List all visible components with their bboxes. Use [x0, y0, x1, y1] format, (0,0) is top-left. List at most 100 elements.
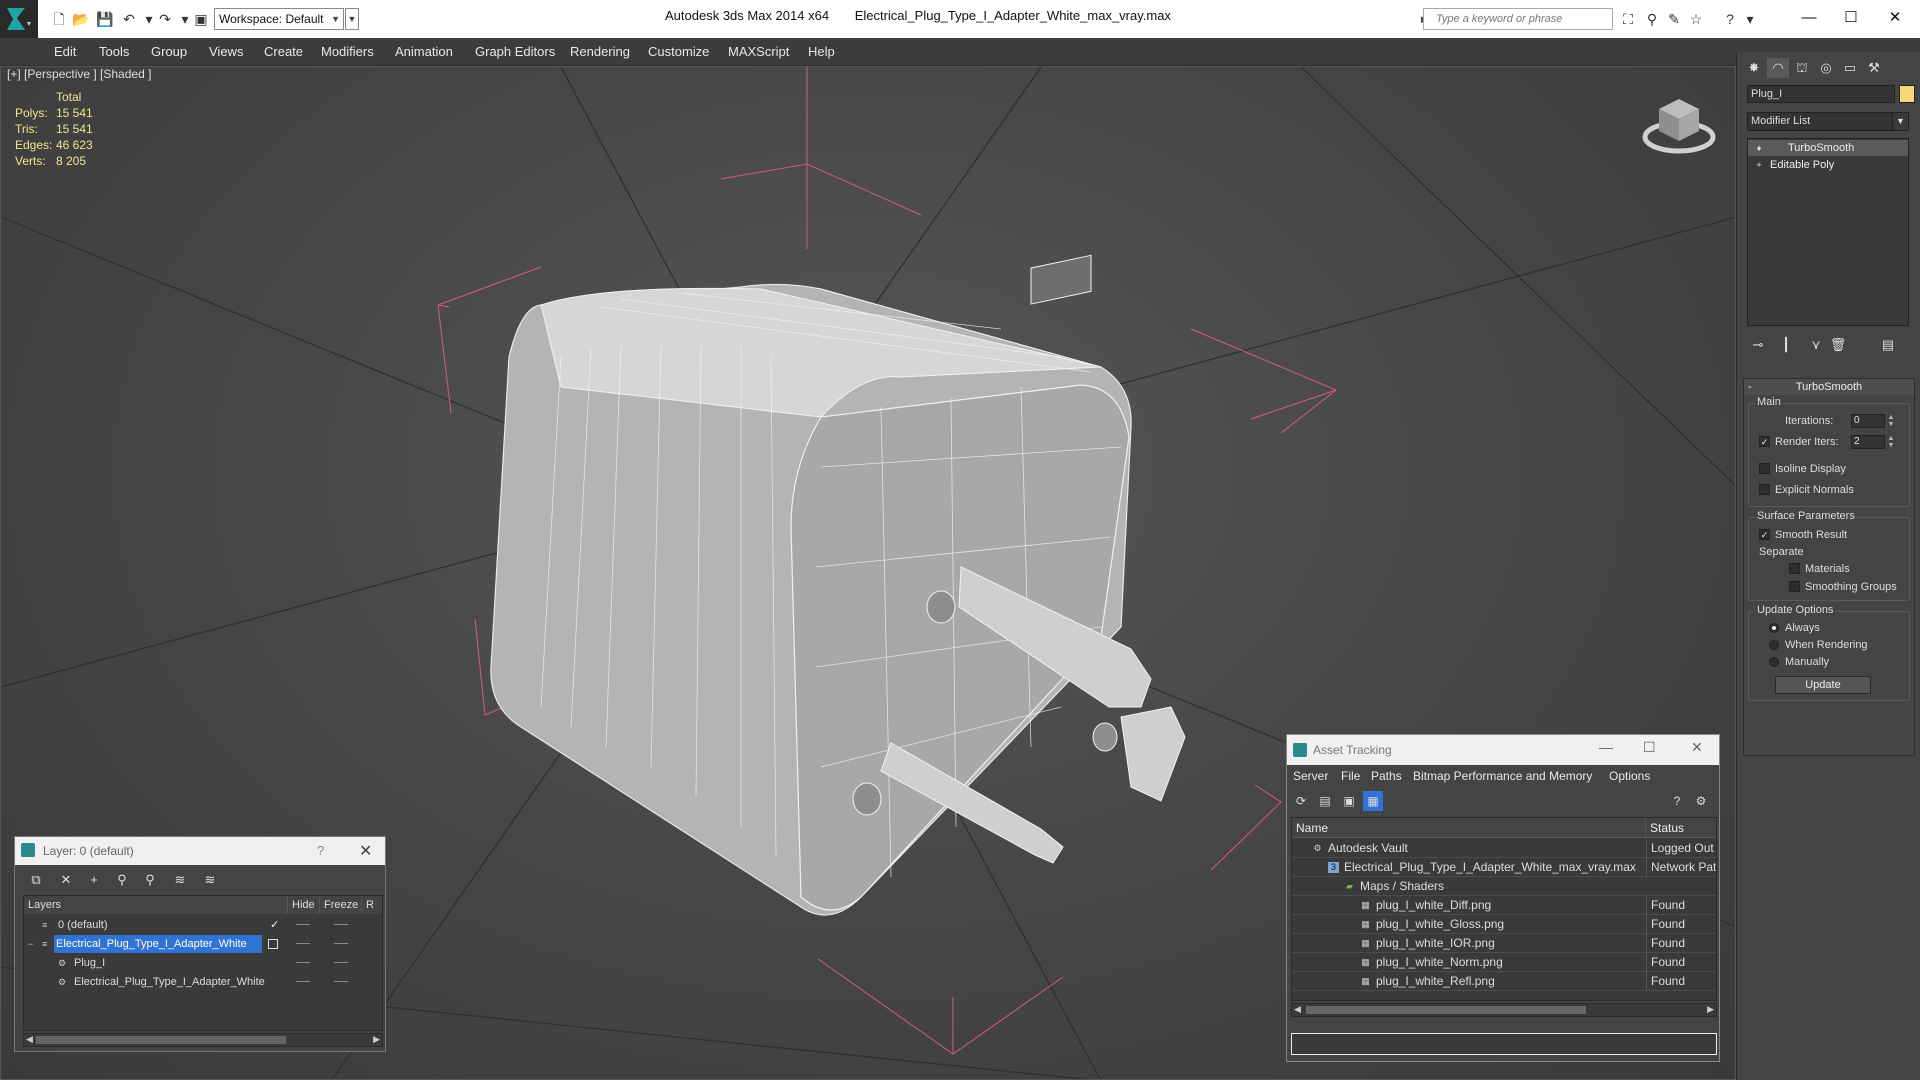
menu-bitmap-performance[interactable]: Bitmap Performance and Memory	[1413, 769, 1592, 783]
subscription-icon[interactable]: ⚲	[1642, 10, 1662, 28]
freeze-toggle[interactable]	[334, 981, 348, 982]
viewcube-icon[interactable]	[1641, 87, 1717, 157]
asset-row[interactable]: ▦ plug_I_white_Diff.png Found	[1292, 896, 1716, 915]
menu-maxscript[interactable]: MAXScript	[728, 44, 789, 59]
project-folder-icon[interactable]: ▣	[192, 10, 210, 28]
column-header-freeze[interactable]: Freeze	[320, 896, 362, 914]
freeze-toggle[interactable]	[334, 924, 348, 925]
asset-row[interactable]: ▰ Maps / Shaders	[1292, 877, 1716, 896]
smoothing-groups-checkbox[interactable]	[1789, 581, 1800, 592]
hide-toggle[interactable]	[296, 924, 310, 925]
scroll-right-icon[interactable]: ▶	[373, 1034, 380, 1045]
column-header-hide[interactable]: Hide	[288, 896, 320, 914]
stack-item-turbosmooth[interactable]: ♦ TurboSmooth	[1748, 140, 1908, 156]
list-view-icon[interactable]: ▤	[1315, 791, 1335, 811]
app-logo-icon[interactable]	[0, 0, 38, 38]
menu-rendering[interactable]: Rendering	[570, 44, 630, 59]
isoline-display-checkbox[interactable]	[1759, 463, 1770, 474]
hierarchy-tab-icon[interactable]: ⛫	[1791, 58, 1813, 78]
utilities-tab-icon[interactable]: ⚒	[1863, 58, 1885, 78]
quick-access-dropdown[interactable]: ▼	[345, 8, 359, 30]
menu-animation[interactable]: Animation	[395, 44, 453, 59]
table-view-icon[interactable]: ▦	[1363, 791, 1383, 811]
iterations-spinner[interactable]: 0	[1851, 414, 1885, 428]
layer-row[interactable]: ⚙ Electrical_Plug_Type_I_Adapter_White	[24, 973, 382, 991]
refresh-icon[interactable]: ⟳	[1291, 791, 1311, 811]
manually-radio[interactable]	[1769, 657, 1779, 667]
new-file-icon[interactable]: 🗋	[50, 10, 68, 28]
object-color-swatch[interactable]	[1899, 85, 1915, 103]
layer-dialog-titlebar[interactable]: Layer: 0 (default) ? ✕	[15, 837, 385, 865]
menu-views[interactable]: Views	[209, 44, 243, 59]
make-unique-icon[interactable]: ⋎	[1805, 334, 1827, 356]
minimize-button[interactable]: —	[1599, 739, 1613, 755]
current-layer-check-icon[interactable]: ✓	[270, 916, 279, 934]
highlight-layer-icon[interactable]: ⚲	[139, 869, 161, 891]
scroll-left-icon[interactable]: ◀	[26, 1034, 33, 1045]
delete-layer-icon[interactable]: ✕	[55, 869, 77, 891]
plug-model[interactable]	[490, 254, 1186, 916]
hide-toggle[interactable]	[296, 981, 310, 982]
select-objects-icon[interactable]: ⚲	[111, 869, 133, 891]
modifier-list-dropdown[interactable]: Modifier List ▼	[1747, 112, 1909, 131]
show-end-result-icon[interactable]: ┃	[1775, 334, 1797, 356]
column-header-status[interactable]: Status	[1646, 818, 1716, 838]
menu-customize[interactable]: Customize	[648, 44, 709, 59]
help-icon[interactable]: ?	[1667, 791, 1687, 811]
menu-options[interactable]: Options	[1609, 769, 1650, 783]
layer-row[interactable]: ⚙ Plug_I	[24, 954, 382, 972]
hide-all-layers-icon[interactable]: ≋	[169, 869, 191, 891]
asset-row[interactable]: 3 Electrical_Plug_Type_I_Adapter_White_m…	[1292, 858, 1716, 877]
hide-toggle[interactable]	[296, 962, 310, 963]
undo-icon[interactable]: ↶	[120, 10, 138, 28]
asset-row[interactable]: ▦ plug_I_white_Norm.png Found	[1292, 953, 1716, 972]
scroll-left-icon[interactable]: ◀	[1294, 1004, 1301, 1015]
menu-modifiers[interactable]: Modifiers	[321, 44, 374, 59]
search-input[interactable]: Type a keyword or phrase	[1423, 8, 1613, 30]
lightbulb-icon[interactable]: ♦	[1754, 143, 1764, 153]
add-to-layer-icon[interactable]: +	[83, 869, 105, 891]
maximize-button[interactable]: ☐	[1836, 6, 1866, 30]
expand-plus-icon[interactable]: +	[1754, 160, 1764, 170]
set-current-box[interactable]	[268, 939, 278, 949]
freeze-toggle[interactable]	[334, 943, 348, 944]
column-header-render[interactable]: R	[362, 896, 382, 914]
remove-modifier-icon[interactable]: 🗑	[1827, 334, 1849, 356]
spinner-arrows-icon[interactable]: ▲ ▼	[1887, 414, 1895, 428]
redo-icon[interactable]: ↷	[156, 10, 174, 28]
settings-icon[interactable]: ⚙	[1691, 791, 1711, 811]
menu-edit[interactable]: Edit	[54, 44, 76, 59]
create-layer-icon[interactable]: ⧉	[25, 869, 47, 891]
collapse-minus-icon[interactable]: −	[28, 939, 38, 949]
menu-paths[interactable]: Paths	[1371, 769, 1402, 783]
maximize-button[interactable]: ☐	[1643, 739, 1656, 756]
menu-help[interactable]: Help	[808, 44, 835, 59]
update-button[interactable]: Update	[1775, 676, 1871, 694]
configure-sets-icon[interactable]: ▤	[1877, 334, 1899, 356]
workspace-select[interactable]: Workspace: Default ▼	[214, 8, 344, 30]
horizontal-scrollbar[interactable]: ◀ ▶	[1291, 1003, 1717, 1017]
minimize-button[interactable]: —	[1794, 6, 1824, 30]
close-button[interactable]: ✕	[1880, 6, 1910, 30]
menu-tools[interactable]: Tools	[99, 44, 129, 59]
open-file-icon[interactable]: 📂	[72, 10, 90, 28]
render-iters-spinner[interactable]: 2	[1851, 435, 1885, 449]
help-button[interactable]: ?	[317, 843, 324, 858]
scrollbar-thumb[interactable]	[1306, 1006, 1586, 1014]
smooth-result-checkbox[interactable]: ✓	[1759, 529, 1770, 540]
column-header-name[interactable]: Name	[1292, 818, 1646, 838]
asset-path-field[interactable]	[1291, 1033, 1717, 1055]
layer-row[interactable]: − ≡ Electrical_Plug_Type_I_Adapter_White	[24, 935, 382, 953]
menu-graph-editors[interactable]: Graph Editors	[475, 44, 555, 59]
stack-item-editable-poly[interactable]: + Editable Poly	[1748, 157, 1908, 173]
close-button[interactable]: ✕	[1691, 739, 1703, 756]
layer-row[interactable]: ≡ 0 (default) ✓	[24, 916, 382, 934]
create-tab-icon[interactable]: ✸	[1743, 58, 1765, 78]
materials-checkbox[interactable]	[1789, 563, 1800, 574]
scrollbar-thumb[interactable]	[36, 1036, 286, 1044]
save-file-icon[interactable]: 💾	[96, 10, 114, 28]
binoculars-icon[interactable]: ⛶	[1618, 10, 1638, 28]
scroll-right-icon[interactable]: ▶	[1707, 1004, 1714, 1015]
horizontal-scrollbar[interactable]: ◀ ▶	[23, 1033, 383, 1047]
render-iters-checkbox[interactable]: ✓	[1759, 436, 1770, 447]
